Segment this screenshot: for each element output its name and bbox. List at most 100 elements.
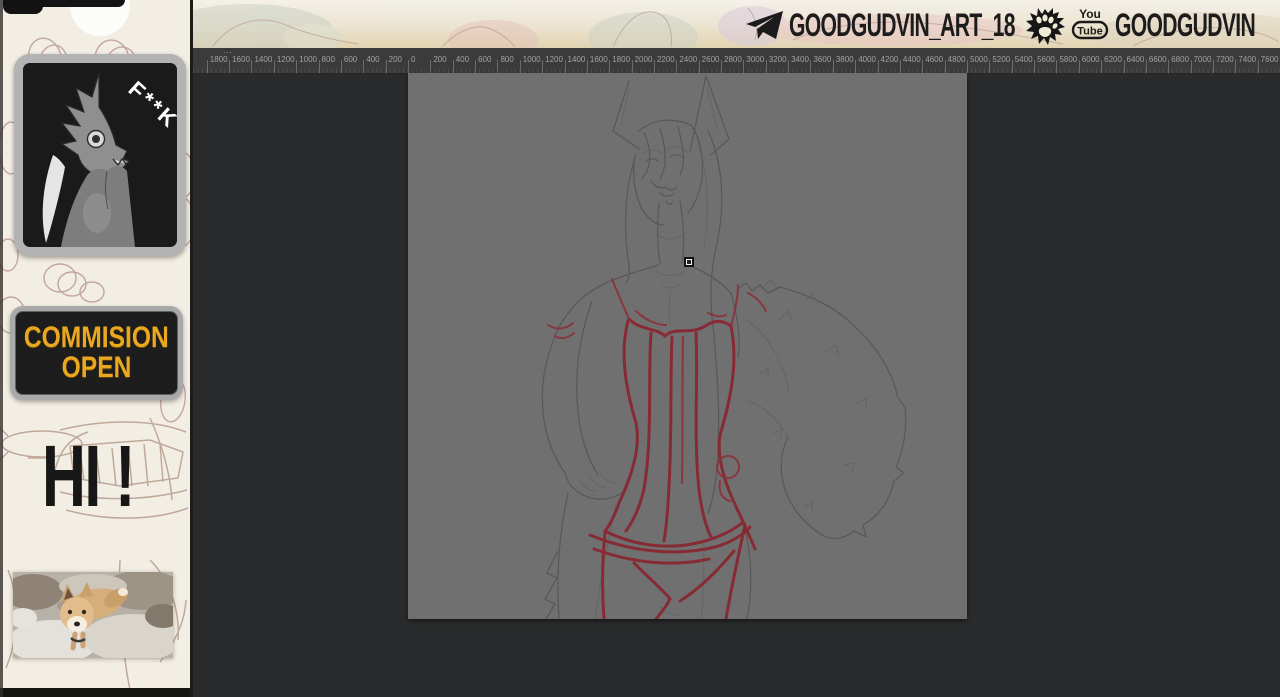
ruler-tick (1101, 60, 1102, 73)
ruler-tick (810, 60, 811, 73)
ruler-label: 5200 (992, 55, 1010, 64)
commission-line1: COMMISION (24, 323, 169, 353)
ruler-tick (296, 60, 297, 73)
ruler-label: 1400 (254, 55, 272, 64)
ruler-label: 1200 (277, 55, 295, 64)
ruler-tick (587, 60, 588, 73)
ruler-tick (1034, 60, 1035, 73)
ruler-label: 800 (500, 55, 513, 64)
ruler-label: 7400 (1238, 55, 1256, 64)
svg-text:You: You (1079, 7, 1101, 21)
youtube-handle[interactable]: GOODGUDVIN (1115, 7, 1255, 43)
ruler-tick (1168, 60, 1169, 73)
ruler-tick (1235, 60, 1236, 73)
ruler-tick (989, 60, 990, 73)
drawing-canvas[interactable] (408, 73, 967, 619)
telegram-handle[interactable]: GOODGUDVIN_ART_18 (789, 7, 1015, 43)
ruler-tick (721, 60, 722, 73)
ruler-tick (229, 60, 230, 73)
ruler-label: 2200 (657, 55, 675, 64)
ruler-tick (632, 60, 633, 73)
ruler-label: 7000 (1194, 55, 1212, 64)
ruler-label: 400 (366, 55, 379, 64)
youtube-icon[interactable]: You Tube (1070, 6, 1110, 40)
ruler-tick (1258, 60, 1259, 73)
stream-topbar: GOODGUDVIN_ART_18 You Tube GOODGUDVIN (193, 0, 1280, 49)
ruler-label: 2800 (724, 55, 742, 64)
ruler-tick (386, 60, 387, 73)
ruler-label: 7200 (1216, 55, 1234, 64)
paint-app-viewport: ··· 1800 1600 1400 1200 1000 800 600 400 2000 200… (193, 48, 1280, 697)
brush-cursor[interactable] (684, 257, 694, 267)
ruler-label: 3200 (769, 55, 787, 64)
ruler-tick (207, 60, 208, 73)
ruler-label: 4200 (881, 55, 899, 64)
ruler-label: 1000 (299, 55, 317, 64)
ruler-tick (699, 60, 700, 73)
ruler-tick (1146, 60, 1147, 73)
ruler-label: 7600 (1261, 55, 1279, 64)
streamer-avatar: F**K (14, 54, 186, 256)
ruler-tick (676, 60, 677, 73)
ruler-dots: ··· (223, 50, 253, 54)
ruler-tick (542, 60, 543, 73)
ruler-tick (341, 60, 342, 73)
ruler-label: 3000 (746, 55, 764, 64)
ruler-tick (1012, 60, 1013, 73)
ruler-tick (520, 60, 521, 73)
ruler-tick (654, 60, 655, 73)
fox-character-sketch (408, 73, 967, 619)
svg-text:Tube: Tube (1077, 26, 1102, 38)
ruler-label: 600 (478, 55, 491, 64)
ruler-tick (855, 60, 856, 73)
ruler-label: 1000 (523, 55, 541, 64)
ruler-tick (1079, 60, 1080, 73)
ruler-label: 6600 (1149, 55, 1167, 64)
ruler-label: 5600 (1037, 55, 1055, 64)
ruler-label: 1600 (232, 55, 250, 64)
corner-tab-bulge (3, 0, 43, 14)
fox-photo (13, 572, 173, 658)
ruler-tick (609, 60, 610, 73)
ruler-label: 200 (389, 55, 402, 64)
ruler-tick (1124, 60, 1125, 73)
ruler-tick (922, 60, 923, 73)
ruler-tick (1191, 60, 1192, 73)
ruler-tick (475, 60, 476, 73)
ruler-label: 5800 (1059, 55, 1077, 64)
ruler-label: 6000 (1082, 55, 1100, 64)
ruler-tick (565, 60, 566, 73)
ruler-label: 3800 (836, 55, 854, 64)
ruler-label: 800 (322, 55, 335, 64)
ruler-label: 1600 (590, 55, 608, 64)
ruler-label: 6400 (1127, 55, 1145, 64)
ruler-tick (967, 60, 968, 73)
commission-line2: OPEN (62, 353, 132, 383)
telegram-icon[interactable] (745, 10, 785, 45)
commission-status-badge[interactable]: COMMISION OPEN (10, 306, 183, 400)
ruler-tick (878, 60, 879, 73)
sidebar-left-edge (0, 0, 3, 697)
ruler-label: 5400 (1015, 55, 1033, 64)
ruler-label: 6200 (1104, 55, 1122, 64)
ruler-tick (1213, 60, 1214, 73)
ruler-label: 400 (456, 55, 469, 64)
ruler-tick (766, 60, 767, 73)
ruler-label: 1800 (210, 55, 228, 64)
ruler-tick (319, 60, 320, 73)
stream-layout: GOODGUDVIN_ART_18 You Tube GOODGUDVIN (0, 0, 1280, 697)
ruler-tick (363, 60, 364, 73)
ruler-tick (430, 60, 431, 73)
ruler-tick (743, 60, 744, 73)
ruler-label: 2600 (702, 55, 720, 64)
ruler-tick (833, 60, 834, 73)
ruler-label: 2000 (635, 55, 653, 64)
horizontal-ruler[interactable]: ··· 1800 1600 1400 1200 1000 800 600 400 2000 200… (193, 48, 1280, 74)
ruler-label: 5000 (970, 55, 988, 64)
ruler-label: 1800 (612, 55, 630, 64)
ruler-label: 1200 (545, 55, 563, 64)
ruler-label: 4800 (948, 55, 966, 64)
ruler-tick (497, 60, 498, 73)
ruler-tick (900, 60, 901, 73)
ruler-label: 6800 (1171, 55, 1189, 64)
